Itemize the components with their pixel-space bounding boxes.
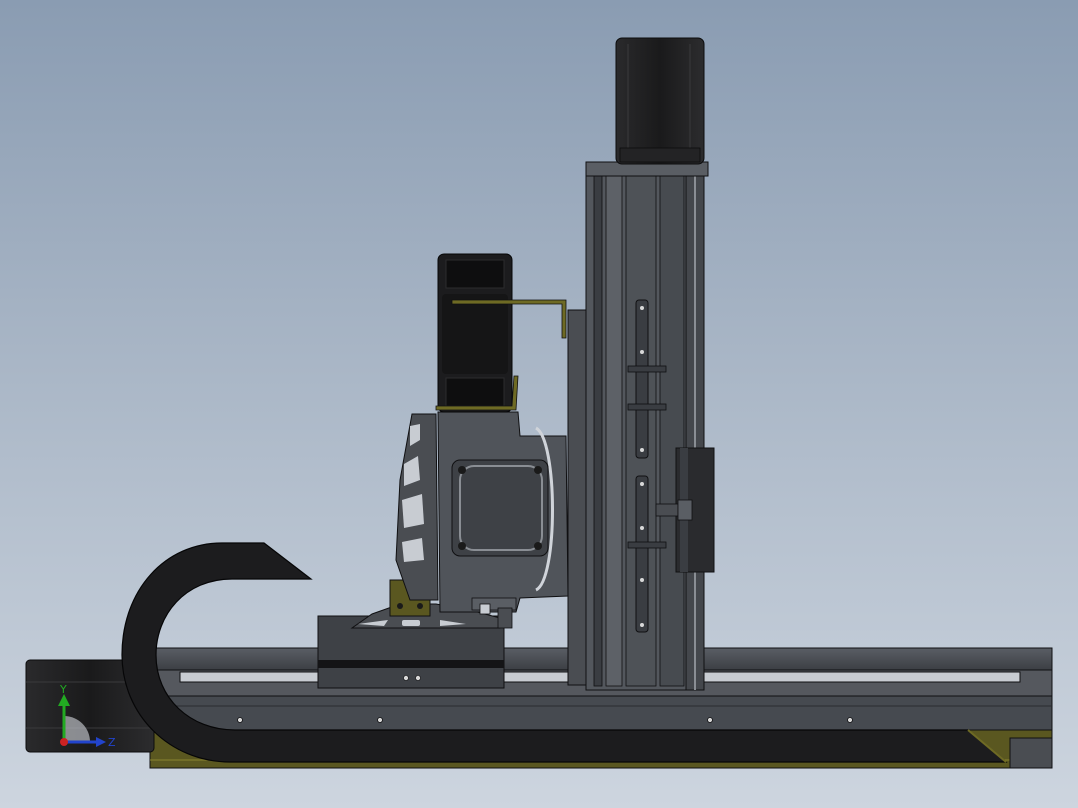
graphics-viewport[interactable]: Y Z (0, 0, 1078, 808)
triad-z-label: Z (108, 736, 116, 749)
z-axis-motor (615, 37, 705, 165)
cad-model-drawing[interactable] (0, 0, 1078, 808)
x-axis-dot (60, 738, 68, 746)
z-axis-column (567, 161, 715, 691)
cooling-fan (435, 253, 567, 413)
z-axis-arrowhead (96, 737, 106, 747)
print-head-assembly (395, 411, 569, 629)
coordinate-triad: Y Z (58, 683, 116, 749)
triad-y-label: Y (59, 683, 67, 696)
